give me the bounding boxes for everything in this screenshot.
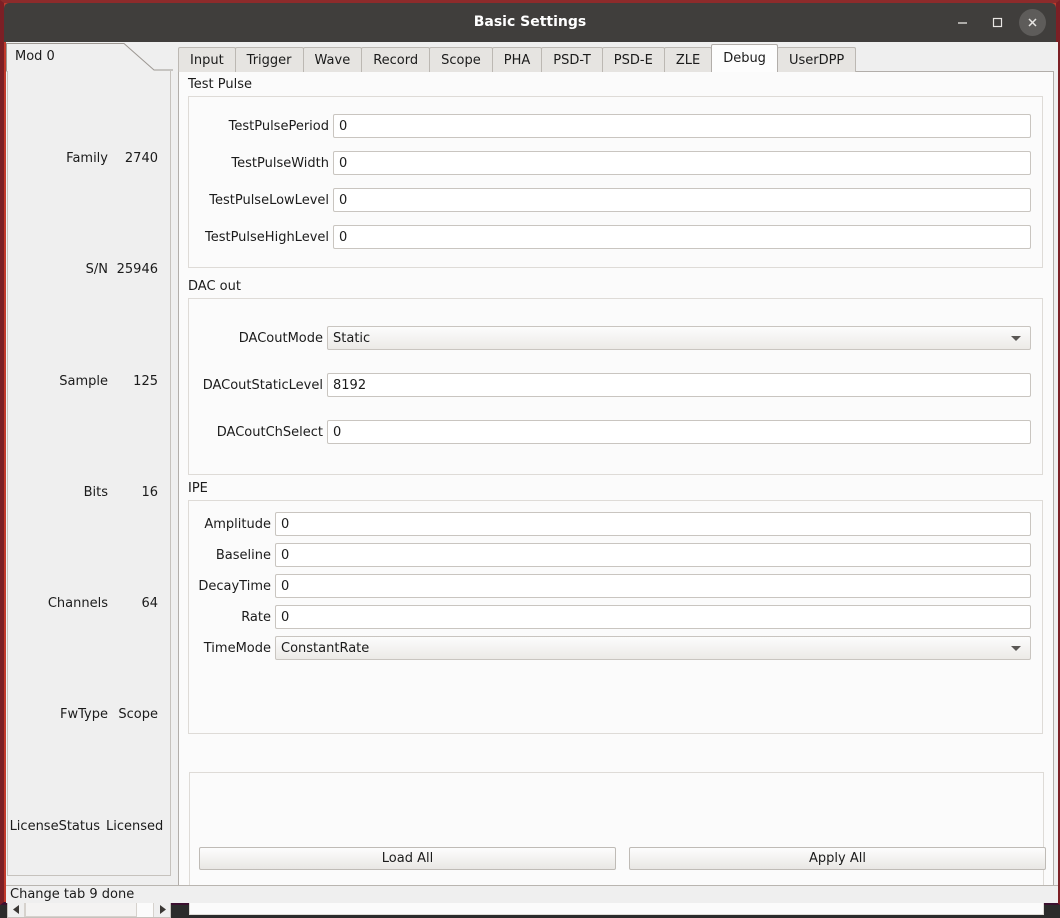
field-label: TestPulseLowLevel <box>209 192 329 208</box>
testpulselowlevel-input[interactable]: 0 <box>333 188 1031 212</box>
caret-right-icon[interactable] <box>154 901 170 917</box>
testpulsewidth-input[interactable]: 0 <box>333 151 1031 175</box>
decaytime-input[interactable]: 0 <box>275 574 1031 598</box>
chevron-down-icon <box>1011 336 1021 341</box>
field-label: Baseline <box>215 547 271 563</box>
tab-wave[interactable]: Wave <box>302 47 363 72</box>
module-info-key: FwType <box>60 706 108 722</box>
group-title-dac-out: DAC out <box>188 279 241 294</box>
timemode-value: ConstantRate <box>281 640 370 656</box>
amplitude-input[interactable]: 0 <box>275 512 1031 536</box>
field-row-testpulsehighlevel: TestPulseHighLevel 0 <box>193 225 1043 249</box>
tab-scope[interactable]: Scope <box>429 47 493 72</box>
module-info-key: Sample <box>59 373 108 389</box>
list-item: FwType Scope <box>8 704 170 724</box>
field-row-dacoutstaticlevel: DACoutStaticLevel 8192 <box>193 373 1043 397</box>
list-item: Bits 16 <box>8 482 170 502</box>
testpulseperiod-input[interactable]: 0 <box>333 114 1031 138</box>
field-label: TestPulseHighLevel <box>204 229 329 245</box>
tab-debug[interactable]: Debug <box>711 44 778 72</box>
field-label: DACoutMode <box>238 330 323 346</box>
module-info-value: Licensed <box>106 818 164 834</box>
testpulsehighlevel-input[interactable]: 0 <box>333 225 1031 249</box>
tab-psd-t[interactable]: PSD-T <box>541 47 603 72</box>
load-all-button[interactable]: Load All <box>199 847 616 870</box>
field-label: DACoutChSelect <box>216 424 323 440</box>
field-label: TimeMode <box>203 640 271 656</box>
client-area: Mod 0 Family 2740 S/N 25946 Sample 125 B… <box>6 42 1058 918</box>
module-info-key: Channels <box>47 595 108 611</box>
field-label: DecayTime <box>198 578 271 594</box>
list-item: Channels 64 <box>8 593 170 613</box>
field-row-rate: Rate 0 <box>193 605 1043 629</box>
tab-pha[interactable]: PHA <box>491 47 543 72</box>
field-row-testpulseperiod: TestPulsePeriod 0 <box>193 114 1043 138</box>
tab-page-debug: Test Pulse TestPulsePeriod 0 TestPulseWi… <box>178 71 1054 915</box>
rate-input[interactable]: 0 <box>275 605 1031 629</box>
maximize-icon[interactable] <box>984 9 1011 36</box>
module-info-value: 64 <box>141 595 158 611</box>
module-info-value: 2740 <box>124 150 158 166</box>
dacoutmode-select[interactable]: Static <box>327 326 1031 350</box>
minimize-icon[interactable] <box>949 9 976 36</box>
field-row-testpulsewidth: TestPulseWidth 0 <box>193 151 1043 175</box>
chevron-down-icon <box>1011 646 1021 651</box>
timemode-select[interactable]: ConstantRate <box>275 636 1031 660</box>
field-row-dacoutmode: DACoutMode Static <box>193 326 1043 350</box>
module-info-value: Scope <box>118 706 158 722</box>
list-item: Family 2740 <box>8 148 170 168</box>
dacoutchselect-input[interactable]: 0 <box>327 420 1031 444</box>
status-message: Change tab 9 done <box>10 887 135 902</box>
scrollbar-track[interactable] <box>24 901 154 917</box>
module-tab[interactable]: Mod 0 <box>6 42 173 72</box>
list-item: S/N 25946 <box>8 259 170 279</box>
baseline-input[interactable]: 0 <box>275 543 1031 567</box>
status-bar: Change tab 9 done <box>6 885 1058 903</box>
field-label: TestPulseWidth <box>231 155 329 171</box>
titlebar: Basic Settings <box>4 3 1056 42</box>
group-title-test-pulse: Test Pulse <box>188 77 252 92</box>
field-row-amplitude: Amplitude 0 <box>193 512 1043 536</box>
field-row-baseline: Baseline 0 <box>193 543 1043 567</box>
module-info-value: 25946 <box>116 261 158 277</box>
apply-all-button[interactable]: Apply All <box>629 847 1046 870</box>
module-info-key: Family <box>66 150 108 166</box>
group-title-ipe: IPE <box>188 481 208 496</box>
app-window: Basic Settings Mod 0 Family 2740 S/N 259… <box>0 0 1060 918</box>
module-info-key: Bits <box>83 484 108 500</box>
field-row-decaytime: DecayTime 0 <box>193 574 1043 598</box>
tab-input[interactable]: Input <box>178 47 236 72</box>
tab-userdpp[interactable]: UserDPP <box>776 47 857 72</box>
field-label: Amplitude <box>204 516 271 532</box>
list-item: Sample 125 <box>8 371 170 391</box>
close-icon[interactable] <box>1019 9 1046 36</box>
module-info-value: 125 <box>133 373 158 389</box>
tab-trigger[interactable]: Trigger <box>234 47 304 72</box>
field-row-testpulselowlevel: TestPulseLowLevel 0 <box>193 188 1043 212</box>
module-info-key: S/N <box>85 261 108 277</box>
window-title: Basic Settings <box>473 14 587 30</box>
field-label: TestPulsePeriod <box>228 118 329 134</box>
tab-bar: Input Trigger Wave Record Scope PHA PSD-… <box>178 44 857 72</box>
settings-tab-area: Input Trigger Wave Record Scope PHA PSD-… <box>173 42 1058 915</box>
scrollbar-thumb[interactable] <box>25 901 137 917</box>
caret-left-icon[interactable] <box>8 901 24 917</box>
module-info-list: Family 2740 S/N 25946 Sample 125 Bits 16… <box>7 71 171 876</box>
module-info-value: 16 <box>141 484 158 500</box>
field-label: DACoutStaticLevel <box>202 377 323 393</box>
field-row-timemode: TimeMode ConstantRate <box>193 636 1043 660</box>
field-label: Rate <box>241 609 271 625</box>
window-controls <box>949 3 1046 42</box>
tab-zle[interactable]: ZLE <box>663 47 713 72</box>
dacoutstaticlevel-input[interactable]: 8192 <box>327 373 1031 397</box>
tab-record[interactable]: Record <box>361 47 431 72</box>
list-item: LicenseStatus Licensed <box>8 816 180 836</box>
dacoutmode-value: Static <box>333 330 371 346</box>
module-info-key: LicenseStatus <box>9 818 100 834</box>
field-row-dacoutchselect: DACoutChSelect 0 <box>193 420 1043 444</box>
tab-psd-e[interactable]: PSD-E <box>601 47 665 72</box>
module-tab-label: Mod 0 <box>15 49 55 64</box>
module-panel: Mod 0 Family 2740 S/N 25946 Sample 125 B… <box>6 42 173 918</box>
